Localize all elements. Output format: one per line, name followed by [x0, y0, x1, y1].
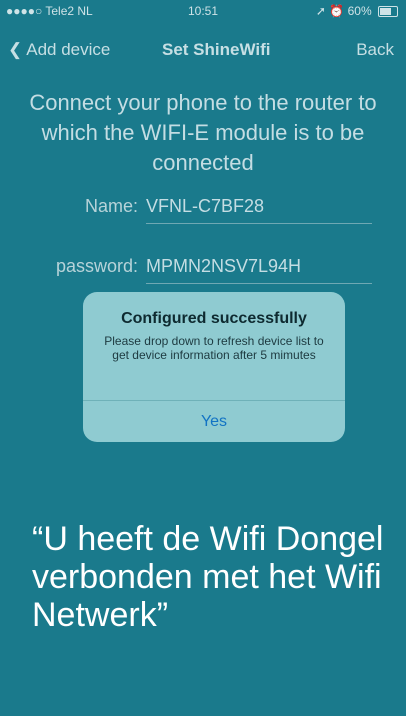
password-label: password:	[55, 256, 138, 276]
instruction-text: Connect your phone to the router to whic…	[29, 90, 377, 175]
password-field[interactable]: MPMN2NSV7L94H	[146, 256, 372, 284]
success-dialog: Configured successfully Please drop down…	[83, 292, 345, 442]
location-icon: ➚	[315, 4, 326, 18]
name-label: Name:	[84, 196, 138, 216]
status-bar: ●●●●○ Tele2 NL 10:51 ➚ ⏰ 60%	[0, 0, 406, 22]
back-button[interactable]: ❮ Add device	[8, 40, 110, 60]
nav-bar: ❮ Add device Set ShineWifi Back	[0, 30, 406, 70]
yes-button[interactable]: Yes	[83, 402, 345, 442]
page-title: Set ShineWifi	[162, 40, 271, 59]
chevron-left-icon: ❮	[8, 40, 23, 59]
dialog-title: Configured successfully	[121, 310, 307, 327]
dialog-divider	[83, 400, 345, 401]
battery-percent: 60%	[347, 4, 372, 18]
back-right-button[interactable]: Back	[356, 40, 394, 60]
name-field[interactable]: VFNL-C7BF28	[146, 196, 372, 224]
caption-text: “U heeft de Wifi Dongel verbonden met he…	[32, 520, 384, 634]
battery-status: ➚ ⏰ 60%	[316, 4, 398, 18]
dialog-message: Please drop down to refresh device list …	[104, 334, 324, 362]
back-button-label: Add device	[26, 40, 111, 59]
battery-icon	[378, 6, 398, 18]
alarm-icon: ⏰	[329, 4, 345, 18]
